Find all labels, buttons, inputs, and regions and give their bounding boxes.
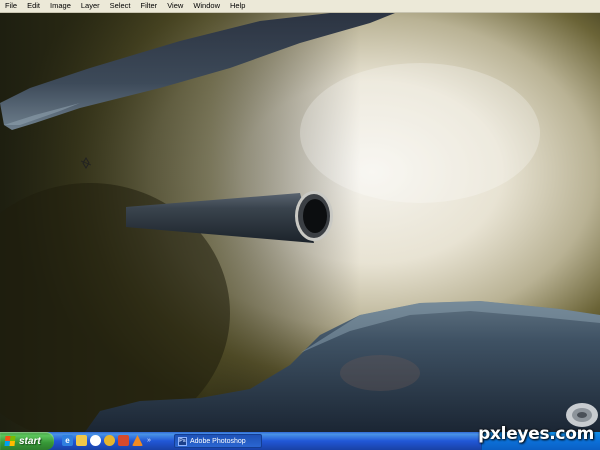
folder-icon[interactable]: [76, 435, 87, 446]
menu-edit[interactable]: Edit: [22, 0, 45, 12]
cone-icon[interactable]: [132, 435, 143, 446]
artwork: [0, 13, 600, 432]
menu-window[interactable]: Window: [188, 0, 225, 12]
photoshop-icon: Ps: [178, 436, 187, 446]
media-icon[interactable]: [90, 435, 101, 446]
quick-launch: e »: [62, 435, 151, 446]
menu-file[interactable]: File: [0, 0, 22, 12]
windows-logo-icon: [4, 436, 16, 446]
taskbar-button-photoshop[interactable]: Ps Adobe Photoshop: [174, 434, 262, 448]
menu-layer[interactable]: Layer: [76, 0, 105, 12]
start-button[interactable]: start: [0, 432, 54, 450]
menu-view[interactable]: View: [162, 0, 188, 12]
menu-filter[interactable]: Filter: [136, 0, 163, 12]
paint-icon[interactable]: [118, 435, 129, 446]
chevron-more-icon[interactable]: »: [147, 435, 151, 446]
start-label: start: [19, 435, 41, 447]
menu-image[interactable]: Image: [45, 0, 76, 12]
taskbar-button-label: Adobe Photoshop: [190, 437, 246, 445]
watermark: pxleyes.com: [478, 424, 594, 444]
menu-select[interactable]: Select: [105, 0, 136, 12]
document-canvas[interactable]: [0, 13, 600, 432]
menu-bar: File Edit Image Layer Select Filter View…: [0, 0, 600, 13]
gear-icon[interactable]: [104, 435, 115, 446]
ie-icon[interactable]: e: [62, 435, 73, 446]
menu-help[interactable]: Help: [225, 0, 250, 12]
